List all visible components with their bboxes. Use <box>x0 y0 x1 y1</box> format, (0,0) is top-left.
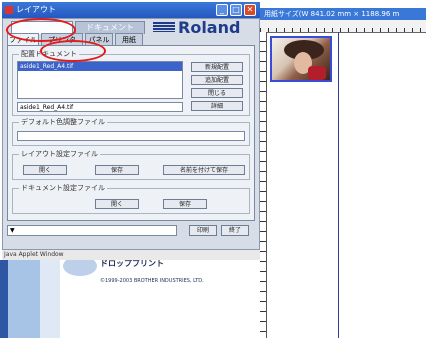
exit-button[interactable]: 終了 <box>221 225 249 236</box>
close-button[interactable]: ✕ <box>244 4 256 16</box>
statusbar-text: Java Applet Window <box>4 251 64 258</box>
minimize-button[interactable]: _ <box>216 4 228 16</box>
placed-image-thumbnail[interactable] <box>270 36 332 82</box>
maximize-icon: □ <box>232 5 240 14</box>
subtab-paper[interactable]: 用紙 <box>115 33 143 45</box>
detail-button[interactable]: 詳細 <box>191 101 243 111</box>
image-scarf <box>308 66 326 80</box>
placed-documents-group: 配置ドキュメント aside1_Red_A4.tif aside1_Red_A4… <box>12 49 250 116</box>
horizontal-ruler <box>260 20 426 33</box>
list-item[interactable]: aside1_Red_A4.tif <box>18 62 182 71</box>
chevron-down-icon: ▼ <box>10 227 15 234</box>
print-button[interactable]: 印刷 <box>189 225 217 236</box>
document-settings-label: ドキュメント設定ファイル <box>19 183 107 193</box>
document-window-title: 用紙サイズ(W 841.02 mm × 1188.96 m <box>260 8 426 20</box>
minimize-icon: _ <box>220 5 224 14</box>
layout-settings-label: レイアウト設定ファイル <box>19 149 100 159</box>
background-app <box>0 260 262 338</box>
paper-edge <box>338 32 339 338</box>
maximize-button[interactable]: □ <box>230 4 242 16</box>
document-title-text: 用紙サイズ(W 841.02 mm × 1188.96 m <box>264 10 400 18</box>
window-title: レイアウト <box>16 5 56 14</box>
new-place-button[interactable]: 新規配置 <box>191 62 243 72</box>
selected-document-field[interactable]: aside1_Red_A4.tif <box>17 102 183 112</box>
layout-save-as-button[interactable]: 名前を付けて保存 <box>163 165 245 175</box>
docset-save-button[interactable]: 保存 <box>163 199 207 209</box>
annotation-ring-layout-tab <box>6 18 76 42</box>
app-icon <box>5 6 13 14</box>
close-icon: ✕ <box>246 5 254 14</box>
applet-statusbar: Java Applet Window <box>2 250 260 260</box>
roland-logo-mark <box>153 22 175 32</box>
layout-open-button[interactable]: 開く <box>23 165 67 175</box>
bottom-dropdown[interactable]: ▼ <box>7 225 177 236</box>
default-color-label: デフォルト色調整ファイル <box>19 117 107 127</box>
default-color-group: デフォルト色調整ファイル <box>12 117 250 146</box>
file-tab-content: 配置ドキュメント aside1_Red_A4.tif aside1_Red_A4… <box>7 45 255 221</box>
layout-save-button[interactable]: 保存 <box>95 165 139 175</box>
close-doc-button[interactable]: 閉じる <box>191 88 243 98</box>
placed-documents-list[interactable]: aside1_Red_A4.tif <box>17 61 183 99</box>
docset-open-button[interactable]: 開く <box>95 199 139 209</box>
canvas-border <box>266 32 267 338</box>
copyright-text: ©1999-2003 BROTHER INDUSTRIES, LTD. <box>100 278 204 284</box>
default-color-file-field[interactable] <box>17 131 245 141</box>
document-settings-group: ドキュメント設定ファイル 開く 保存 <box>12 183 250 214</box>
layout-window-titlebar[interactable]: レイアウト _ □ ✕ <box>2 2 260 18</box>
annotation-ring-printer-tab <box>40 40 106 62</box>
roland-logo: Roland <box>178 18 241 37</box>
add-place-button[interactable]: 追加配置 <box>191 75 243 85</box>
layout-settings-group: レイアウト設定ファイル 開く 保存 名前を付けて保存 <box>12 149 250 180</box>
